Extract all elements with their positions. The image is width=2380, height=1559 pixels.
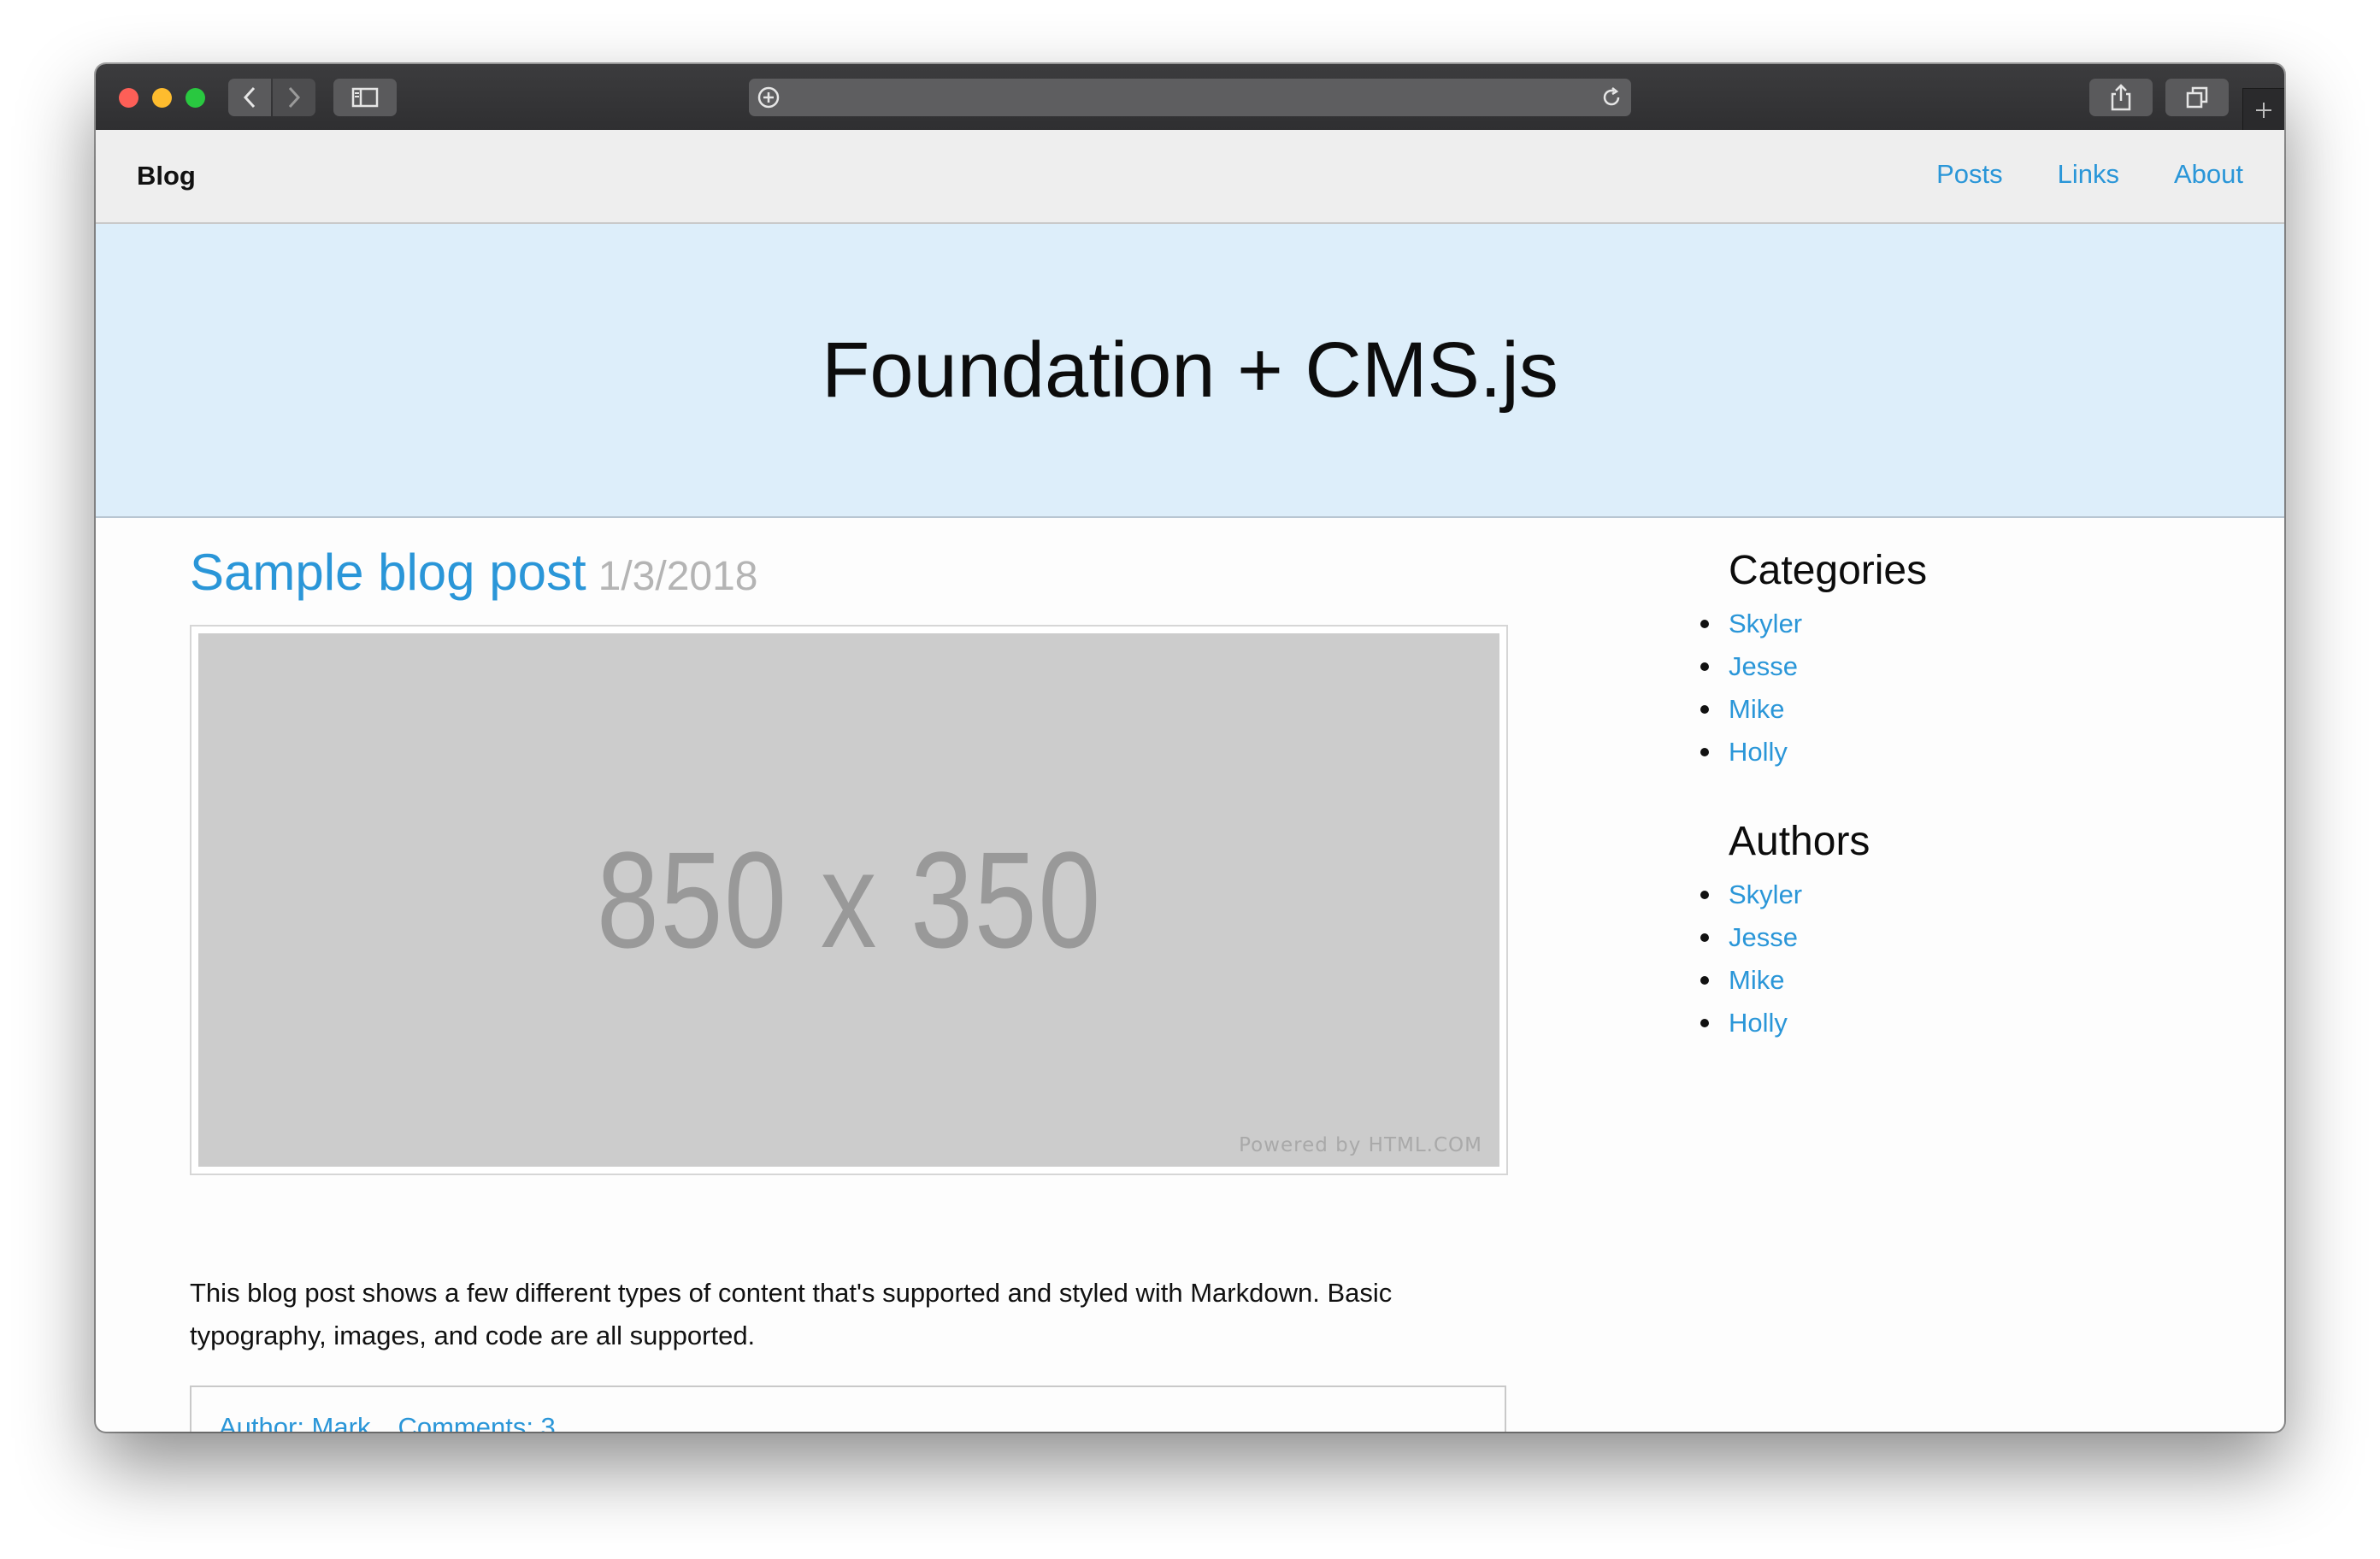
browser-window: Blog Posts Links About Foundation + CMS.… — [96, 64, 2284, 1432]
address-bar[interactable] — [749, 79, 1631, 116]
close-window-button[interactable] — [119, 88, 138, 108]
tabs-overview-button[interactable] — [2165, 79, 2229, 116]
zoom-window-button[interactable] — [186, 88, 205, 108]
plus-icon — [2256, 102, 2271, 118]
author-link-skyler[interactable]: Skyler — [1729, 880, 1802, 909]
category-link-skyler[interactable]: Skyler — [1729, 609, 1802, 638]
reload-icon[interactable] — [1600, 86, 1623, 109]
author-link-holly[interactable]: Holly — [1729, 1008, 1788, 1038]
post-date: 1/3/2018 — [598, 554, 758, 599]
list-item: Skyler — [1700, 603, 2207, 645]
post-image-frame: 850 x 350 Powered by HTML.COM — [190, 625, 1508, 1175]
post-title-link[interactable]: Sample blog post — [190, 544, 586, 601]
nav-link-posts[interactable]: Posts — [1936, 159, 2003, 190]
share-icon — [2111, 84, 2131, 111]
sidebar-icon — [351, 87, 379, 108]
post-container: Sample blog post 1/3/2018 850 x 350 Power… — [190, 543, 1508, 1432]
chevron-left-icon — [243, 86, 256, 109]
site-navbar: Blog Posts Links About — [96, 130, 2284, 224]
author-link-mike[interactable]: Mike — [1729, 965, 1784, 995]
authors-block: Authors Skyler Jesse Mike Holly — [1700, 818, 2207, 1044]
list-item: Holly — [1700, 1002, 2207, 1044]
comments-link[interactable]: Comments: 3 — [398, 1412, 555, 1432]
tabs-icon — [2186, 86, 2208, 109]
category-link-mike[interactable]: Mike — [1729, 694, 1784, 724]
sidebar-toggle-button[interactable] — [333, 79, 397, 116]
categories-list: Skyler Jesse Mike Holly — [1700, 603, 2207, 774]
author-link-jesse[interactable]: Jesse — [1729, 922, 1798, 952]
minimize-window-button[interactable] — [152, 88, 172, 108]
site-brand[interactable]: Blog — [137, 161, 196, 191]
post-meta: Author: Mark Comments: 3 — [190, 1385, 1506, 1432]
list-item: Skyler — [1700, 874, 2207, 916]
post-image: 850 x 350 Powered by HTML.COM — [198, 633, 1499, 1167]
list-item: Jesse — [1700, 916, 2207, 959]
browser-toolbar — [96, 64, 2284, 131]
chevron-right-icon — [288, 86, 301, 109]
new-tab-button[interactable] — [2242, 88, 2284, 131]
hero-title: Foundation + CMS.js — [822, 326, 1558, 414]
nav-links: Posts Links About — [1936, 159, 2243, 190]
post-body: This blog post shows a few different typ… — [190, 1278, 1393, 1350]
category-link-jesse[interactable]: Jesse — [1729, 651, 1798, 681]
list-item: Jesse — [1700, 645, 2207, 688]
authors-list: Skyler Jesse Mike Holly — [1700, 874, 2207, 1044]
share-button[interactable] — [2089, 79, 2153, 116]
post-header: Sample blog post 1/3/2018 — [190, 543, 1506, 602]
author-link[interactable]: Author: Mark — [219, 1412, 370, 1432]
category-link-holly[interactable]: Holly — [1729, 737, 1788, 767]
hero-banner: Foundation + CMS.js — [96, 224, 2284, 518]
sidebar: Categories Skyler Jesse Mike Holly Autho… — [1700, 547, 2207, 1044]
list-item: Mike — [1700, 959, 2207, 1002]
categories-heading: Categories — [1729, 548, 1928, 593]
forward-button[interactable] — [273, 79, 315, 116]
list-item: Mike — [1700, 688, 2207, 731]
nav-link-about[interactable]: About — [2174, 159, 2243, 190]
authors-heading: Authors — [1729, 819, 1870, 864]
list-item: Holly — [1700, 731, 2207, 774]
nav-link-links[interactable]: Links — [2058, 159, 2119, 190]
image-placeholder-text: 850 x 350 — [596, 823, 1102, 976]
add-bookmark-icon[interactable] — [757, 86, 780, 109]
image-credit: Powered by HTML.COM — [1239, 1134, 1482, 1156]
back-button[interactable] — [228, 79, 271, 116]
